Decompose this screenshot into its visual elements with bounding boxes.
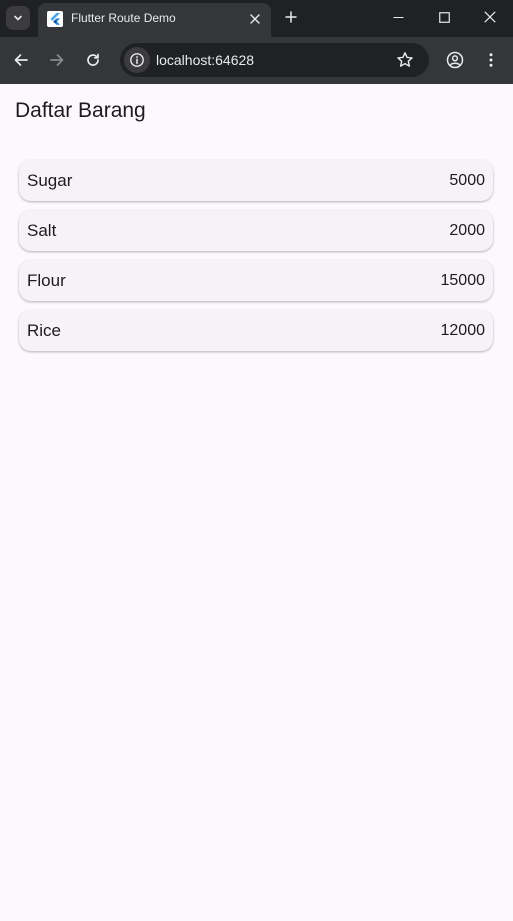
browser-toolbar: localhost:64628 xyxy=(0,37,513,84)
back-button[interactable] xyxy=(9,48,33,72)
minimize-button[interactable] xyxy=(375,0,421,34)
tab-close-button[interactable] xyxy=(246,10,264,28)
minimize-icon xyxy=(393,16,403,18)
list-item[interactable]: Sugar 5000 xyxy=(19,160,493,201)
address-bar[interactable]: localhost:64628 xyxy=(120,43,429,77)
maximize-icon xyxy=(438,11,450,23)
close-icon xyxy=(484,11,496,23)
item-list: Sugar 5000 Salt 2000 Flour 15000 Rice 12… xyxy=(19,160,493,360)
item-value: 2000 xyxy=(449,222,485,239)
new-tab-button[interactable] xyxy=(280,6,302,28)
menu-button[interactable] xyxy=(479,48,503,72)
forward-button[interactable] xyxy=(45,48,69,72)
profile-icon xyxy=(446,51,464,69)
browser-tab[interactable]: Flutter Route Demo xyxy=(38,3,271,37)
reload-button[interactable] xyxy=(81,48,105,72)
close-window-button[interactable] xyxy=(467,0,513,34)
maximize-button[interactable] xyxy=(421,0,467,34)
url-text[interactable]: localhost:64628 xyxy=(156,52,254,68)
bookmark-button[interactable] xyxy=(395,50,415,70)
arrow-right-icon xyxy=(50,54,64,66)
kebab-menu-icon xyxy=(489,53,493,67)
tab-list-button[interactable] xyxy=(6,6,30,30)
list-item[interactable]: Rice 12000 xyxy=(19,310,493,351)
item-name: Rice xyxy=(27,321,62,340)
page-title: Daftar Barang xyxy=(15,99,146,122)
list-item[interactable]: Flour 15000 xyxy=(19,260,493,301)
close-icon xyxy=(250,14,260,24)
item-name: Flour xyxy=(27,271,66,290)
item-name: Salt xyxy=(27,221,57,240)
list-item[interactable]: Salt 2000 xyxy=(19,210,493,251)
chevron-down-icon xyxy=(14,15,22,21)
site-info-button[interactable] xyxy=(124,47,150,73)
item-value: 15000 xyxy=(440,272,486,289)
item-value: 5000 xyxy=(449,172,485,189)
browser-tabstrip: Flutter Route Demo xyxy=(0,0,513,37)
tab-title: Flutter Route Demo xyxy=(71,11,176,25)
item-value: 12000 xyxy=(440,322,486,339)
page-content: Daftar Barang Sugar 5000 Salt 2000 Flour… xyxy=(0,84,513,921)
info-icon xyxy=(130,53,144,67)
item-name: Sugar xyxy=(27,171,73,190)
star-icon xyxy=(397,52,413,67)
profile-button[interactable] xyxy=(443,48,467,72)
flutter-icon xyxy=(47,11,63,27)
reload-icon xyxy=(87,53,99,66)
plus-icon xyxy=(285,11,297,23)
arrow-left-icon xyxy=(14,54,28,66)
